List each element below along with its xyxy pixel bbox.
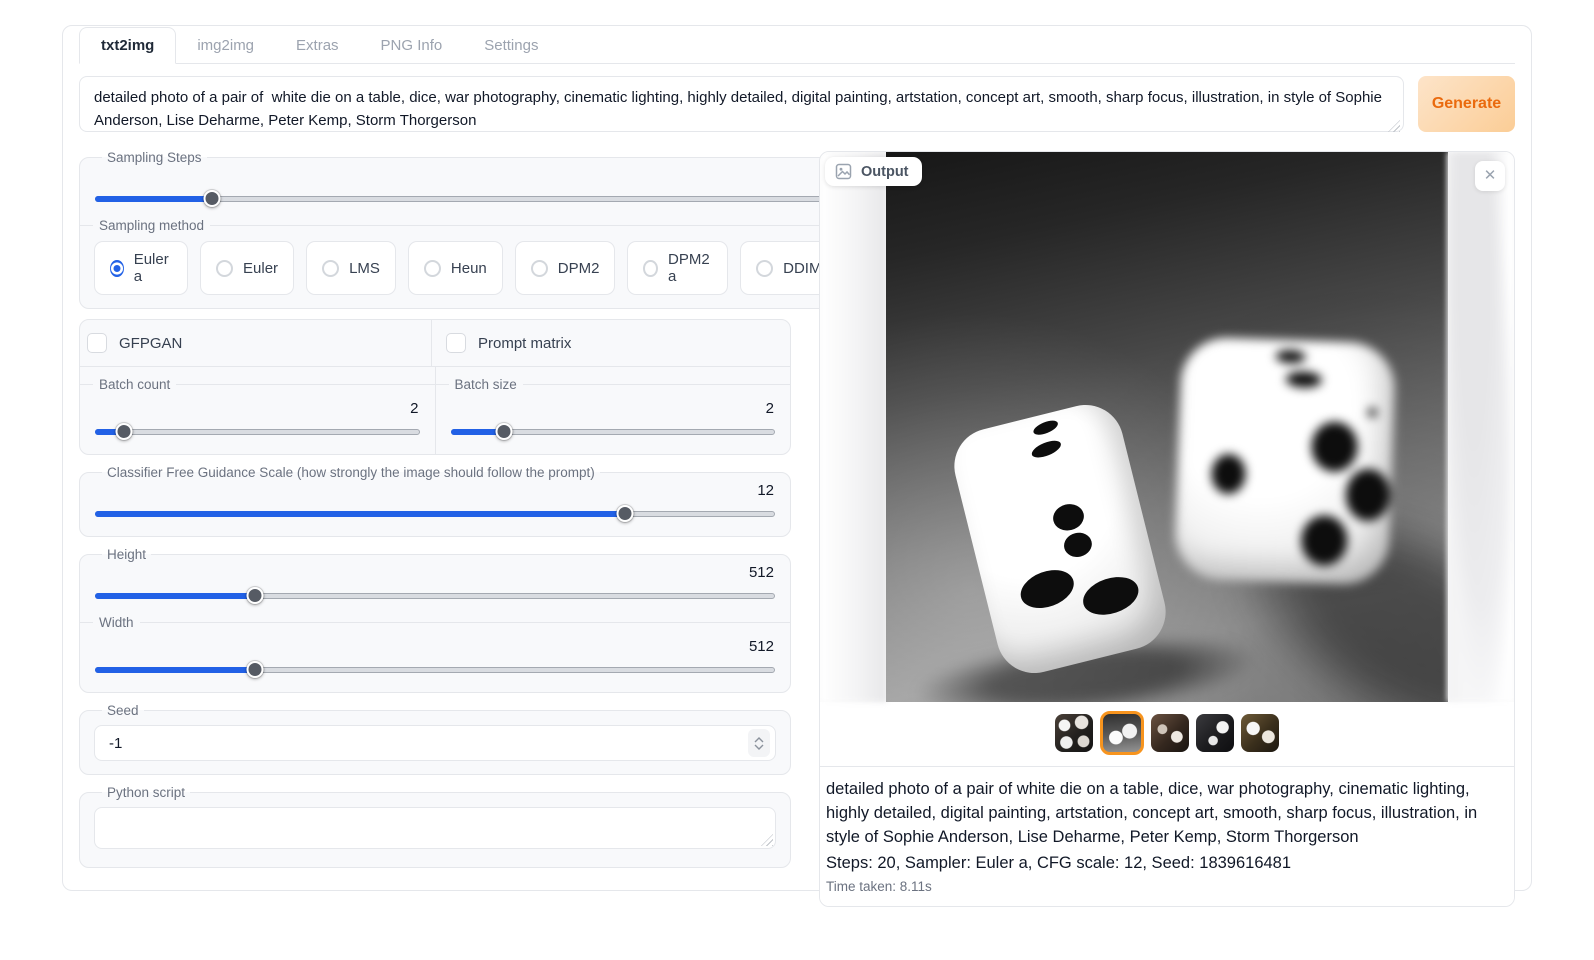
output-header: Output <box>825 157 922 186</box>
radio-dpm2-a[interactable]: DPM2 a <box>627 241 728 295</box>
tab-txt2img[interactable]: txt2img <box>79 27 176 64</box>
python-script-input[interactable] <box>94 807 776 849</box>
batch-panel: GFPGAN Prompt matrix Batch count 2 <box>79 319 791 455</box>
radio-label: Euler <box>243 260 278 277</box>
slider-handle[interactable] <box>116 423 133 440</box>
batch-count-value: 2 <box>94 400 419 417</box>
tab-img2img[interactable]: img2img <box>176 28 275 63</box>
height-slider[interactable] <box>95 586 775 605</box>
tab-Settings[interactable]: Settings <box>463 28 559 63</box>
output-caption: detailed photo of a pair of white die on… <box>826 778 1508 850</box>
radio-dpm2[interactable]: DPM2 <box>515 241 616 295</box>
radio-label: Euler a <box>134 251 172 285</box>
slider-handle[interactable] <box>246 587 263 604</box>
output-label: Output <box>861 164 909 180</box>
radio-label: Heun <box>451 260 487 277</box>
output-info: detailed photo of a pair of white die on… <box>820 766 1514 906</box>
generated-image[interactable] <box>886 152 1448 702</box>
batch-count-label: Batch count <box>80 377 435 392</box>
batch-count-slider[interactable] <box>95 422 420 441</box>
preview-backdrop-left <box>820 152 887 702</box>
radio-heun[interactable]: Heun <box>408 241 503 295</box>
prompt-row: Generate <box>79 76 1515 137</box>
radio-dot-icon <box>424 260 441 277</box>
thumbnail-result-2[interactable] <box>1100 711 1144 755</box>
thumbnail-result-1[interactable] <box>1055 714 1093 752</box>
die-focused <box>946 397 1173 681</box>
seed-input[interactable] <box>95 735 748 752</box>
cfg-panel: Classifier Free Guidance Scale (how stro… <box>79 465 791 537</box>
radio-dot-icon <box>322 260 339 277</box>
generate-button[interactable]: Generate <box>1418 76 1515 132</box>
die-blurred <box>1174 336 1396 585</box>
radio-dot-icon <box>110 260 124 277</box>
width-label: Width <box>80 615 790 630</box>
thumbnail-result-3[interactable] <box>1151 714 1189 752</box>
prompt-input[interactable] <box>79 76 1404 132</box>
python-script-label: Python script <box>102 785 190 800</box>
image-preview[interactable] <box>820 152 1514 702</box>
radio-label: DPM2 a <box>668 251 712 285</box>
prompt-matrix-label: Prompt matrix <box>478 335 571 352</box>
gfpgan-checkbox[interactable] <box>87 333 107 353</box>
width-slider[interactable] <box>95 660 775 679</box>
radio-euler-a[interactable]: Euler a <box>94 241 188 295</box>
sampling-steps-label: Sampling Steps <box>102 150 207 165</box>
controls-column: Sampling Steps 20 Sampling method Euler … <box>79 150 791 907</box>
cfg-value: 12 <box>94 482 774 499</box>
python-script-panel: Python script <box>79 785 791 868</box>
radio-label: DPM2 <box>558 260 600 277</box>
thumbnail-result-5[interactable] <box>1241 714 1279 752</box>
radio-lms[interactable]: LMS <box>306 241 396 295</box>
size-panel: Height 512 Width 512 <box>79 547 791 693</box>
slider-handle[interactable] <box>203 190 220 207</box>
image-icon <box>835 163 852 180</box>
batch-size-slider[interactable] <box>451 422 776 441</box>
width-value: 512 <box>94 638 774 655</box>
app-window: txt2imgimg2imgExtrasPNG InfoSettings Gen… <box>62 25 1532 891</box>
gfpgan-label: GFPGAN <box>119 335 182 352</box>
slider-handle[interactable] <box>617 505 634 522</box>
cfg-slider[interactable] <box>95 504 775 523</box>
output-panel: Output ✕ <box>819 151 1515 907</box>
seed-panel: Seed <box>79 703 791 775</box>
radio-dot-icon <box>531 260 548 277</box>
batch-size-label: Batch size <box>436 377 791 392</box>
radio-dot-icon <box>216 260 233 277</box>
radio-euler[interactable]: Euler <box>200 241 294 295</box>
output-params: Steps: 20, Sampler: Euler a, CFG scale: … <box>826 852 1508 876</box>
tab-Extras[interactable]: Extras <box>275 28 360 63</box>
gfpgan-option[interactable]: GFPGAN <box>80 320 432 366</box>
batch-size-value: 2 <box>450 400 775 417</box>
thumbnail-result-4[interactable] <box>1196 714 1234 752</box>
output-column: Output ✕ <box>819 150 1515 907</box>
radio-dot-icon <box>643 260 658 277</box>
tab-bar: txt2imgimg2imgExtrasPNG InfoSettings <box>79 26 1515 64</box>
cfg-label: Classifier Free Guidance Scale (how stro… <box>102 465 600 480</box>
slider-handle[interactable] <box>496 423 513 440</box>
radio-label: DDIM <box>783 260 821 277</box>
prompt-matrix-option[interactable]: Prompt matrix <box>432 320 790 366</box>
radio-label: LMS <box>349 260 380 277</box>
height-value: 512 <box>94 564 774 581</box>
preview-backdrop-right <box>1447 152 1514 702</box>
seed-stepper[interactable] <box>748 729 770 757</box>
tab-PNG Info[interactable]: PNG Info <box>360 28 464 63</box>
close-icon[interactable]: ✕ <box>1475 161 1505 191</box>
slider-handle[interactable] <box>246 661 263 678</box>
seed-label: Seed <box>102 703 144 718</box>
thumbnail-strip <box>820 702 1514 766</box>
height-label: Height <box>102 547 151 562</box>
output-time-taken: Time taken: 8.11s <box>826 879 1508 894</box>
radio-dot-icon <box>756 260 773 277</box>
prompt-matrix-checkbox[interactable] <box>446 333 466 353</box>
